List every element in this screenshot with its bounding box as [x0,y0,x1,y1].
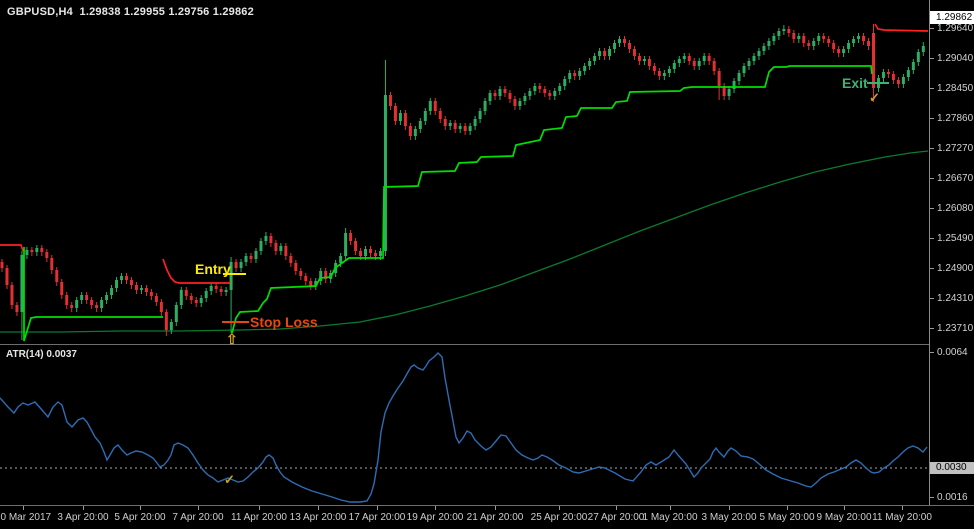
time-tick [83,506,84,510]
time-tick [495,506,496,510]
atr-check-icon: ✓ [224,473,235,486]
atr-axis-label: 0.0016 [937,492,968,503]
axis-tick [930,178,934,179]
price-axis-label: 1.29640 [937,23,973,34]
time-axis-label: 17 Apr 20:00 [349,512,406,523]
stop-loss-annotation: Stop Loss [250,314,318,330]
axis-tick [930,268,934,269]
time-tick [559,506,560,510]
time-axis[interactable]: 30 Mar 2017 3 Apr 20:00 5 Apr 20:00 7 Apr 2… [0,506,974,529]
atr-level-tag: 0.0030 [930,462,974,474]
chart-title: GBPUSD,H4 1.29838 1.29955 1.29756 1.2986… [7,6,254,18]
atr-indicator-canvas[interactable] [0,345,929,505]
price-axis-label: 1.26670 [937,173,973,184]
indicator-label: ATR(14) 0.0037 [6,349,77,360]
time-tick [318,506,319,510]
price-axis-label: 1.29040 [937,53,973,64]
exit-annotation: Exit [842,75,868,91]
time-axis-label: 7 Apr 20:00 [172,512,223,523]
time-tick [616,506,617,510]
time-axis-label: 30 Mar 2017 [0,512,51,523]
price-axis-label: 1.24900 [937,263,973,274]
time-axis-label: 5 Apr 20:00 [114,512,165,523]
time-axis-label: 1 May 20:00 [642,512,697,523]
time-axis-label: 5 May 20:00 [759,512,814,523]
axis-tick [930,298,934,299]
time-tick [140,506,141,510]
axis-tick [930,238,934,239]
price-axis-label: 1.27860 [937,113,973,124]
time-tick [844,506,845,510]
time-axis-label: 3 Apr 20:00 [57,512,108,523]
price-axis-label: 1.24310 [937,293,973,304]
time-tick [435,506,436,510]
time-tick [902,506,903,510]
price-axis[interactable]: 1.29640 1.29040 1.28450 1.27860 1.27270 1.266… [929,0,974,505]
price-axis-label: 1.26080 [937,203,973,214]
symbol-timeframe: GBPUSD,H4 [7,6,73,18]
time-tick [198,506,199,510]
axis-tick [930,352,934,353]
time-tick [23,506,24,510]
time-axis-label: 21 Apr 20:00 [467,512,524,523]
axis-tick [930,208,934,209]
mt4-chart-window: GBPUSD,H4 1.29838 1.29955 1.29756 1.2986… [0,0,974,529]
time-tick [377,506,378,510]
indicator-value: 0.0037 [46,349,77,360]
time-tick [259,506,260,510]
time-tick [729,506,730,510]
time-axis-label: 11 Apr 20:00 [231,512,287,523]
time-tick [670,506,671,510]
time-axis-label: 3 May 20:00 [701,512,756,523]
time-axis-label: 25 Apr 20:00 [531,512,588,523]
axis-tick [930,148,934,149]
time-axis-label: 9 May 20:00 [816,512,871,523]
axis-tick [930,328,934,329]
axis-tick [930,497,934,498]
panel-separator[interactable] [0,344,974,345]
axis-tick [930,118,934,119]
indicator-name: ATR(14) [6,349,44,360]
price-axis-label: 1.23710 [937,323,973,334]
time-axis-label: 13 Apr 20:00 [290,512,347,523]
time-axis-label: 19 Apr 20:00 [407,512,464,523]
atr-axis-label: 0.0064 [937,347,968,358]
current-price-tag: 1.29862 [930,11,974,24]
axis-tick [930,58,934,59]
buy-arrow-icon: ⇧ [226,333,238,346]
main-chart-canvas[interactable] [0,0,929,344]
time-tick [787,506,788,510]
price-axis-label: 1.27270 [937,143,973,154]
time-axis-label: 11 May 20:00 [872,512,932,523]
entry-annotation: Entry [195,261,231,277]
price-axis-label: 1.28450 [937,83,973,94]
time-axis-label: 27 Apr 20:00 [588,512,645,523]
ohlc-values: 1.29838 1.29955 1.29756 1.29862 [80,6,254,18]
axis-tick [930,88,934,89]
axis-tick [930,28,934,29]
exit-check-icon: ✓ [869,91,880,104]
price-axis-label: 1.25490 [937,233,973,244]
